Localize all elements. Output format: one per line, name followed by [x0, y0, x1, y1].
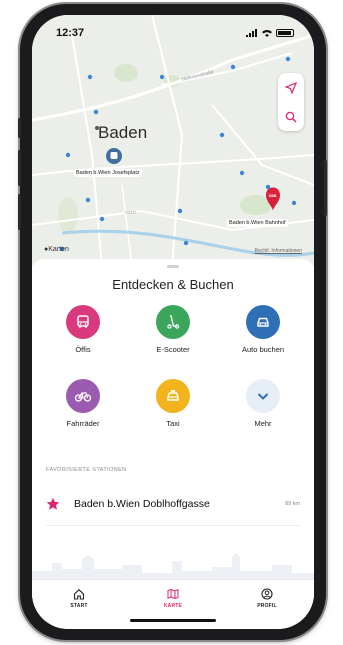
map-canvas: Helenenstraße A210 ÖBB	[32, 15, 314, 267]
star-icon[interactable]	[46, 497, 60, 511]
mute-switch	[18, 118, 21, 138]
power-button	[324, 160, 327, 216]
svg-text:A210: A210	[125, 210, 136, 215]
station-label-bahnhof[interactable]: Baden b.Wien Bahnhof	[227, 219, 288, 227]
volume-up-button	[18, 150, 21, 186]
action-label: Öffis	[75, 345, 91, 354]
tab-start[interactable]: START	[44, 588, 114, 609]
station-label-josefsplatz[interactable]: Baden b.Wien Josefsplatz	[74, 169, 142, 177]
tab-karte[interactable]: KARTE	[138, 588, 208, 609]
status-icons	[246, 29, 294, 37]
maps-credit: ●Karten	[44, 246, 69, 253]
home-icon	[73, 589, 85, 600]
action-taxi[interactable]: Taxi	[128, 379, 218, 428]
taxi-circle	[156, 379, 190, 413]
search-icon[interactable]	[285, 111, 297, 123]
action-label: Mehr	[254, 419, 272, 428]
wifi-icon	[262, 30, 272, 37]
volume-down-button	[18, 194, 21, 230]
action-label: E-Scooter	[156, 345, 190, 354]
action-label: Taxi	[166, 419, 180, 428]
action-fahrraeder[interactable]: Fahrräder	[38, 379, 128, 428]
bus-icon	[77, 315, 89, 328]
sheet-grabber[interactable]	[167, 265, 179, 268]
bicycle-icon	[74, 392, 92, 402]
tab-label: START	[70, 603, 88, 609]
status-time: 12:37	[56, 27, 85, 39]
map-icon	[167, 588, 179, 600]
divider	[46, 525, 300, 526]
action-oeffis[interactable]: Öffis	[38, 305, 128, 354]
mehr-circle	[246, 379, 280, 413]
legal-link[interactable]: Rechtl. Informationen	[254, 248, 302, 254]
battery-icon	[276, 29, 294, 37]
favorite-station-name: Baden b.Wien Doblhoffgasse	[74, 498, 210, 510]
status-bar: 12:37	[32, 15, 314, 45]
tab-profil[interactable]: PROFIL	[232, 588, 302, 609]
svg-text:ÖBB: ÖBB	[269, 194, 277, 198]
profile-icon	[261, 588, 273, 600]
action-label: Fahrräder	[66, 419, 100, 428]
favorite-station-distance: 89 km	[285, 501, 300, 507]
tab-label: PROFIL	[257, 603, 277, 609]
bottom-sheet: Entdecken & Buchen Öffis E-Scooter Auto …	[32, 259, 314, 629]
auto-buchen-circle	[246, 305, 280, 339]
action-label: Auto buchen	[241, 345, 285, 354]
scooter-icon	[167, 315, 180, 329]
taxi-icon	[167, 390, 179, 401]
screen: Helenenstraße A210 ÖBB 12:37 Baden Baden…	[32, 15, 314, 629]
action-e-scooter[interactable]: E-Scooter	[128, 305, 218, 354]
signal-icon	[246, 29, 257, 37]
car-icon	[257, 317, 269, 327]
tab-label: KARTE	[163, 603, 183, 609]
chevron-down-icon	[257, 393, 269, 400]
e-scooter-circle	[156, 305, 190, 339]
home-indicator[interactable]	[130, 619, 216, 622]
map-view[interactable]: Helenenstraße A210 ÖBB 12:37 Baden Baden…	[32, 15, 314, 267]
favorites-heading: Favorisierte Stationen	[46, 467, 127, 473]
oeffis-circle	[66, 305, 100, 339]
action-mehr[interactable]: Mehr	[218, 379, 308, 428]
map-tools	[278, 73, 304, 131]
fahrraeder-circle	[66, 379, 100, 413]
location-arrow-icon[interactable]	[285, 81, 297, 94]
action-auto-buchen[interactable]: Auto buchen	[218, 305, 308, 354]
sheet-title: Entdecken & Buchen	[112, 277, 234, 292]
skyline-illustration	[32, 553, 314, 579]
favorite-station-row[interactable]: Baden b.Wien Doblhoffgasse 89 km	[32, 485, 314, 523]
maps-credit-text: Karten	[48, 246, 69, 253]
tab-bar: START KARTE PROFIL	[32, 579, 314, 617]
city-label: Baden	[98, 123, 148, 142]
